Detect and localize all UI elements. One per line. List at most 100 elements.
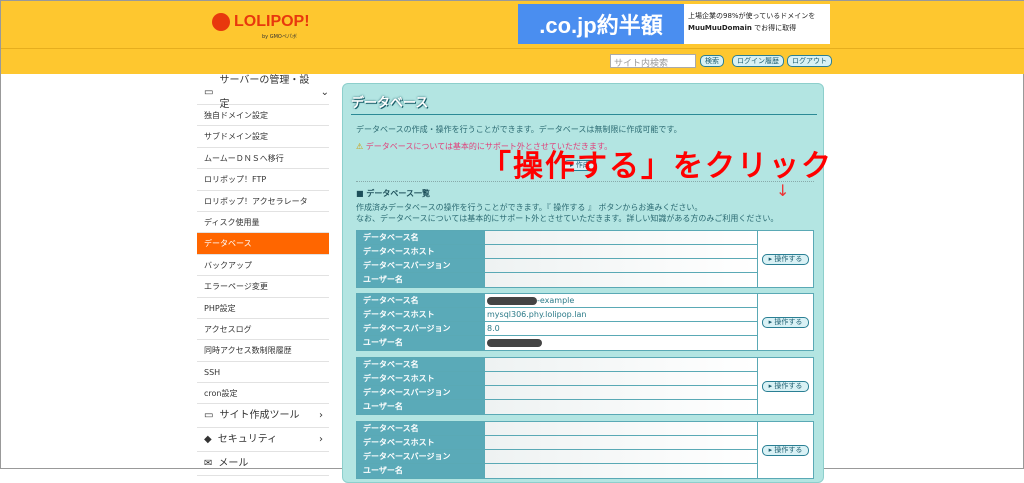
sidebar-item[interactable]: 同時アクセス数制限履歴	[197, 340, 329, 362]
db-value	[484, 386, 757, 399]
db-host: mysql306.phy.lolipop.lan	[487, 310, 587, 319]
op-cell: ▸ 操作する	[757, 231, 813, 287]
sidebar-item[interactable]: ムームーＤＮＳへ移行	[197, 148, 329, 170]
sidebar-item[interactable]: サブドメイン設定	[197, 126, 329, 148]
db-rows: データベース名 -example データベースホスト mysql306.phy.lol…	[357, 294, 757, 350]
db-label: ユーザー名	[357, 400, 484, 414]
db-value: -example	[484, 294, 757, 307]
ad-banner[interactable]: .co.jp約半額 上場企業の98%が使っているドメインを MuuMuuDoma…	[518, 4, 830, 44]
db-label: データベースホスト	[357, 308, 484, 321]
db-value	[484, 259, 757, 272]
sidebar-item[interactable]: ディスク使用量	[197, 212, 329, 234]
db-version: 8.0	[487, 324, 500, 333]
sidebar-section-site-tools[interactable]: ▭ サイト作成ツール ›	[197, 404, 329, 429]
page-title: データベース	[351, 96, 429, 111]
logo-icon	[212, 13, 230, 31]
db-value	[484, 450, 757, 463]
op-cell: ▸ 操作する	[757, 422, 813, 478]
db-value	[484, 372, 757, 385]
db-value	[484, 231, 757, 244]
sidebar-item[interactable]: データベース	[197, 233, 329, 255]
title-divider	[351, 114, 817, 115]
db-row: データベースホスト	[357, 245, 757, 259]
db-label: データベースバージョン	[357, 450, 484, 463]
site-search-input[interactable]: サイト内検索	[610, 54, 696, 69]
redacted	[487, 338, 542, 347]
sidebar-item[interactable]: バックアップ	[197, 255, 329, 277]
redacted	[487, 296, 537, 305]
warning-icon: ⚠	[356, 142, 364, 151]
section-label: サイト作成ツール	[219, 409, 300, 421]
list-desc-1: 作成済みデータベースの操作を行うことができます。『 操作する 』 ボタンからお進…	[356, 203, 703, 212]
lolipop-logo[interactable]: LOLIPOP! by GMOペパボ	[212, 13, 310, 40]
db-row: データベース名	[357, 422, 757, 436]
operate-button[interactable]: ▸ 操作する	[761, 253, 810, 265]
operate-button[interactable]: ▸ 操作する	[761, 380, 810, 392]
db-value: 8.0	[484, 322, 757, 335]
search-button[interactable]: 検索	[700, 55, 724, 67]
sidebar-item[interactable]: ロリポップ！FTP	[197, 169, 329, 191]
logo-sub: by GMOペパボ	[262, 34, 297, 40]
db-rows: データベース名 データベースホスト データベースバージョン ユーザー名	[357, 358, 757, 414]
db-label: データベース名	[357, 294, 484, 307]
db-label: ユーザー名	[357, 336, 484, 350]
db-row: データベース名	[357, 358, 757, 372]
database-entry: データベース名 データベースホスト データベースバージョン ユーザー名 ▸ 操作する	[356, 421, 814, 479]
ad-line1: 上場企業の98%が使っているドメインを	[688, 12, 816, 20]
header-divider	[1, 48, 1024, 49]
db-row: データベースバージョン	[357, 259, 757, 273]
server-icon: ▭	[204, 86, 214, 98]
db-value	[484, 422, 757, 435]
db-value	[484, 245, 757, 258]
db-row: データベースバージョン 8.0	[357, 322, 757, 336]
section-label: セキュリティ	[217, 433, 278, 445]
db-label: データベースホスト	[357, 436, 484, 449]
chevron-right-icon: ›	[319, 433, 323, 445]
sidebar-item[interactable]: アクセスログ	[197, 319, 329, 341]
sidebar-item[interactable]: SSH	[197, 362, 329, 384]
db-label: ユーザー名	[357, 464, 484, 478]
db-row: ユーザー名	[357, 464, 757, 478]
db-value	[484, 400, 757, 414]
db-label: ユーザー名	[357, 273, 484, 287]
sidebar-item[interactable]: PHP設定	[197, 298, 329, 319]
db-value: mysql306.phy.lolipop.lan	[484, 308, 757, 321]
sidebar-section-mail[interactable]: ✉ メール	[197, 452, 329, 477]
db-rows: データベース名 データベースホスト データベースバージョン ユーザー名	[357, 422, 757, 478]
laptop-icon: ▭	[204, 409, 214, 421]
sidebar-section-server[interactable]: ▭ サーバーの管理・設定 ⌄	[197, 75, 329, 110]
login-history-button[interactable]: ログイン履歴	[732, 55, 784, 67]
sidebar: ▭ サーバーの管理・設定 ⌄ 独自ドメイン設定 サブドメイン設定 ムームーＤＮＳへ移行ロ…	[197, 75, 329, 477]
chevron-down-icon: ⌄	[320, 86, 329, 98]
db-label: データベース名	[357, 358, 484, 371]
operate-button[interactable]: ▸ 操作する	[761, 316, 810, 328]
sidebar-section-security[interactable]: ◆ セキュリティ ›	[197, 428, 329, 453]
annotation-arrow: ↓	[776, 181, 790, 200]
sidebar-item[interactable]: エラーページ変更	[197, 276, 329, 298]
database-entry: データベース名 データベースホスト データベースバージョン ユーザー名 ▸ 操作する	[356, 230, 814, 288]
db-value	[484, 464, 757, 478]
annotation-text: 「操作する」をクリック	[481, 149, 833, 184]
db-row: データベースホスト	[357, 372, 757, 386]
list-desc-2: なお、データベースについては基本的にサポート外とさせていただきます。詳しい知識が…	[356, 214, 779, 223]
sidebar-item[interactable]: ロリポップ！アクセラレータ	[197, 191, 329, 212]
db-row: データベースホスト mysql306.phy.lolipop.lan	[357, 308, 757, 322]
intro-text: データベースの作成・操作を行うことができます。データベースは無制限に作成可能です…	[356, 125, 682, 134]
shield-icon: ◆	[204, 433, 212, 445]
operate-button[interactable]: ▸ 操作する	[761, 444, 810, 456]
db-label: データベースホスト	[357, 245, 484, 258]
ad-brand: MuuMuuDomain	[688, 24, 752, 32]
header: LOLIPOP! by GMOペパボ .co.jp約半額 上場企業の98%が使っ…	[1, 1, 1024, 74]
db-row: データベース名 -example	[357, 294, 757, 308]
op-cell: ▸ 操作する	[757, 358, 813, 414]
db-value	[484, 336, 757, 350]
sidebar-item[interactable]: cron設定	[197, 383, 329, 405]
db-row: データベースバージョン	[357, 450, 757, 464]
db-row: ユーザー名	[357, 273, 757, 287]
logo-text: LOLIPOP!	[234, 13, 310, 30]
logout-button[interactable]: ログアウト	[787, 55, 832, 67]
db-label: データベースバージョン	[357, 322, 484, 335]
db-value	[484, 358, 757, 371]
db-value	[484, 436, 757, 449]
db-row: データベース名	[357, 231, 757, 245]
